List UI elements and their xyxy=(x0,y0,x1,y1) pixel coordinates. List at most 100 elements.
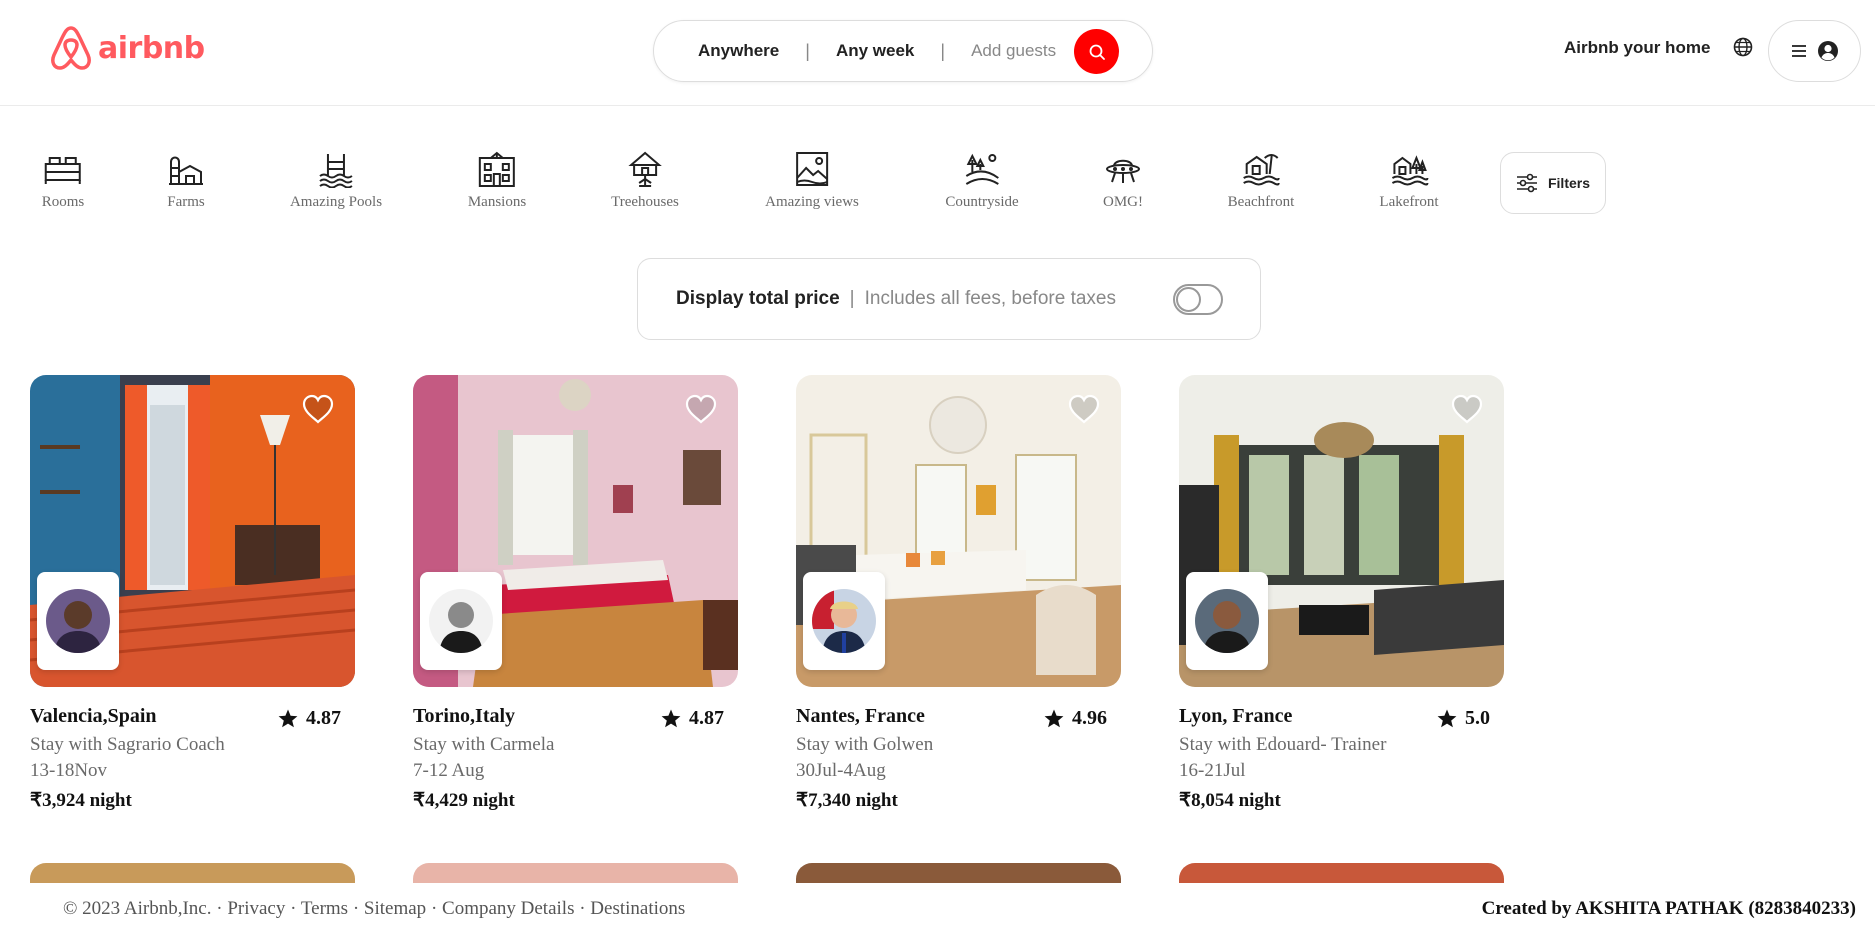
listing-dates: 7-12 Aug xyxy=(413,760,485,781)
category-label: Countryside xyxy=(945,194,1019,210)
listing-card[interactable]: Nantes, France 4.96 Stay with Golwen 30J… xyxy=(796,375,1121,812)
host-avatar-card xyxy=(1186,572,1268,670)
heart-icon[interactable] xyxy=(1067,393,1101,425)
omg-icon xyxy=(1106,159,1140,183)
listing-photo-partial[interactable] xyxy=(1179,863,1504,883)
footer-dot: · xyxy=(430,898,438,919)
rating-value: 4.96 xyxy=(1072,707,1107,729)
mansions-icon xyxy=(479,151,515,187)
airbnb-your-home-link[interactable]: Airbnb your home xyxy=(1564,38,1710,58)
airbnb-logo[interactable]: airbnb xyxy=(50,24,205,72)
category-label: Treehouses xyxy=(611,194,679,210)
category-farms[interactable]: Farms xyxy=(166,150,206,211)
filters-button[interactable]: Filters xyxy=(1500,152,1606,214)
rating-value: 5.0 xyxy=(1465,707,1490,729)
category-label: Amazing views xyxy=(765,194,859,210)
footer-link-terms[interactable]: Terms xyxy=(301,898,348,919)
listing-host: Stay with Edouard- Trainer xyxy=(1179,734,1387,755)
rating-value: 4.87 xyxy=(306,707,341,729)
listing-host: Stay with Golwen xyxy=(796,734,934,755)
star-icon xyxy=(661,709,681,728)
footer-link-company-details[interactable]: Company Details xyxy=(442,898,574,919)
star-icon xyxy=(278,709,298,728)
listing-photo-partial[interactable] xyxy=(30,863,355,883)
search-anywhere[interactable]: Anywhere xyxy=(698,41,779,61)
category-countryside[interactable]: Countryside xyxy=(945,150,1019,211)
footer-dot: · xyxy=(352,898,360,919)
footer-dot: · xyxy=(579,898,586,919)
category-lakefront[interactable]: Lakefront xyxy=(1379,150,1439,211)
category-label: Lakefront xyxy=(1379,194,1439,210)
heart-icon[interactable] xyxy=(1450,393,1484,425)
filters-label: Filters xyxy=(1547,175,1590,191)
category-omg[interactable]: OMG! xyxy=(1103,150,1143,211)
listing-photo[interactable] xyxy=(413,375,738,687)
star-icon xyxy=(1437,709,1457,728)
listing-price: ₹4,429 night xyxy=(413,790,515,811)
top-header: airbnb Anywhere | Any week | Add guests … xyxy=(0,0,1875,106)
listing-photo[interactable] xyxy=(796,375,1121,687)
search-separator: | xyxy=(805,40,810,61)
category-rooms[interactable]: Rooms xyxy=(41,150,85,211)
avatar xyxy=(429,589,493,653)
toggle-knob xyxy=(1176,287,1201,312)
category-amazing-pools[interactable]: Amazing Pools xyxy=(290,150,382,211)
farms-icon xyxy=(169,156,203,185)
footer-dot: · xyxy=(290,898,297,919)
avatar xyxy=(812,589,876,653)
brand-name: airbnb xyxy=(98,30,205,66)
footer: © 2023 Airbnb,Inc. · Privacy · Terms · S… xyxy=(0,883,1875,930)
avatar xyxy=(46,589,110,653)
search-any-week[interactable]: Any week xyxy=(836,41,914,61)
category-beachfront[interactable]: Beachfront xyxy=(1227,150,1295,211)
avatar xyxy=(1195,589,1259,653)
listing-rating: 4.87 xyxy=(278,707,341,730)
category-label: Beachfront xyxy=(1227,194,1295,210)
search-separator: | xyxy=(940,40,946,61)
host-avatar-card xyxy=(37,572,119,670)
pools-icon xyxy=(319,154,353,188)
listing-dates: 30Jul-4Aug xyxy=(796,760,886,781)
search-add-guests[interactable]: Add guests xyxy=(971,41,1056,61)
search-button[interactable] xyxy=(1074,29,1119,74)
category-label: Mansions xyxy=(467,194,527,210)
heart-icon[interactable] xyxy=(684,393,718,425)
search-bar[interactable]: Anywhere | Any week | Add guests xyxy=(653,20,1153,82)
listing-card[interactable]: Valencia,Spain 4.87 Stay with Sagrario C… xyxy=(30,375,355,812)
listing-price: ₹3,924 night xyxy=(30,790,132,811)
price-separator: | xyxy=(849,288,855,309)
listing-rating: 4.87 xyxy=(661,707,724,730)
listing-card[interactable]: Torino,Italy 4.87 Stay with Carmela 7-12… xyxy=(413,375,738,812)
listing-photo-partial[interactable] xyxy=(413,863,738,883)
display-total-price-label: Display total price xyxy=(676,288,840,309)
listing-price: ₹8,054 night xyxy=(1179,790,1281,811)
category-treehouses[interactable]: Treehouses xyxy=(611,150,679,211)
listing-photo-partial[interactable] xyxy=(796,863,1121,883)
category-label: Amazing Pools xyxy=(289,194,383,210)
host-avatar-card xyxy=(803,572,885,670)
heart-icon[interactable] xyxy=(301,393,335,425)
lakefront-icon xyxy=(1391,155,1428,186)
category-label: OMG! xyxy=(1103,194,1143,210)
globe-icon xyxy=(1733,37,1753,57)
treehouses-icon xyxy=(628,151,662,187)
category-amazing-views[interactable]: Amazing views xyxy=(765,150,859,211)
footer-credit: Created by AKSHITA PATHAK (8283840233) xyxy=(1481,898,1856,919)
category-label: Rooms xyxy=(41,194,85,210)
language-button[interactable] xyxy=(1733,37,1753,62)
footer-link-destinations[interactable]: Destinations xyxy=(590,898,685,919)
listing-photo[interactable] xyxy=(1179,375,1504,687)
listing-photo[interactable] xyxy=(30,375,355,687)
total-price-toggle[interactable] xyxy=(1173,284,1223,315)
user-menu-button[interactable] xyxy=(1768,20,1861,82)
sliders-icon xyxy=(1516,173,1537,193)
footer-link-privacy[interactable]: Privacy xyxy=(227,898,285,919)
category-mansions[interactable]: Mansions xyxy=(468,150,526,211)
hamburger-icon xyxy=(1791,45,1806,57)
listing-card[interactable]: Lyon, France 5.0 Stay with Edouard- Trai… xyxy=(1179,375,1504,812)
footer-link-sitemap[interactable]: Sitemap xyxy=(364,898,426,919)
price-description: Includes all fees, before taxes xyxy=(864,288,1116,309)
listing-dates: 16-21Jul xyxy=(1179,760,1246,781)
listing-host: Stay with Carmela xyxy=(413,734,555,755)
footer-dot: · xyxy=(216,898,223,919)
